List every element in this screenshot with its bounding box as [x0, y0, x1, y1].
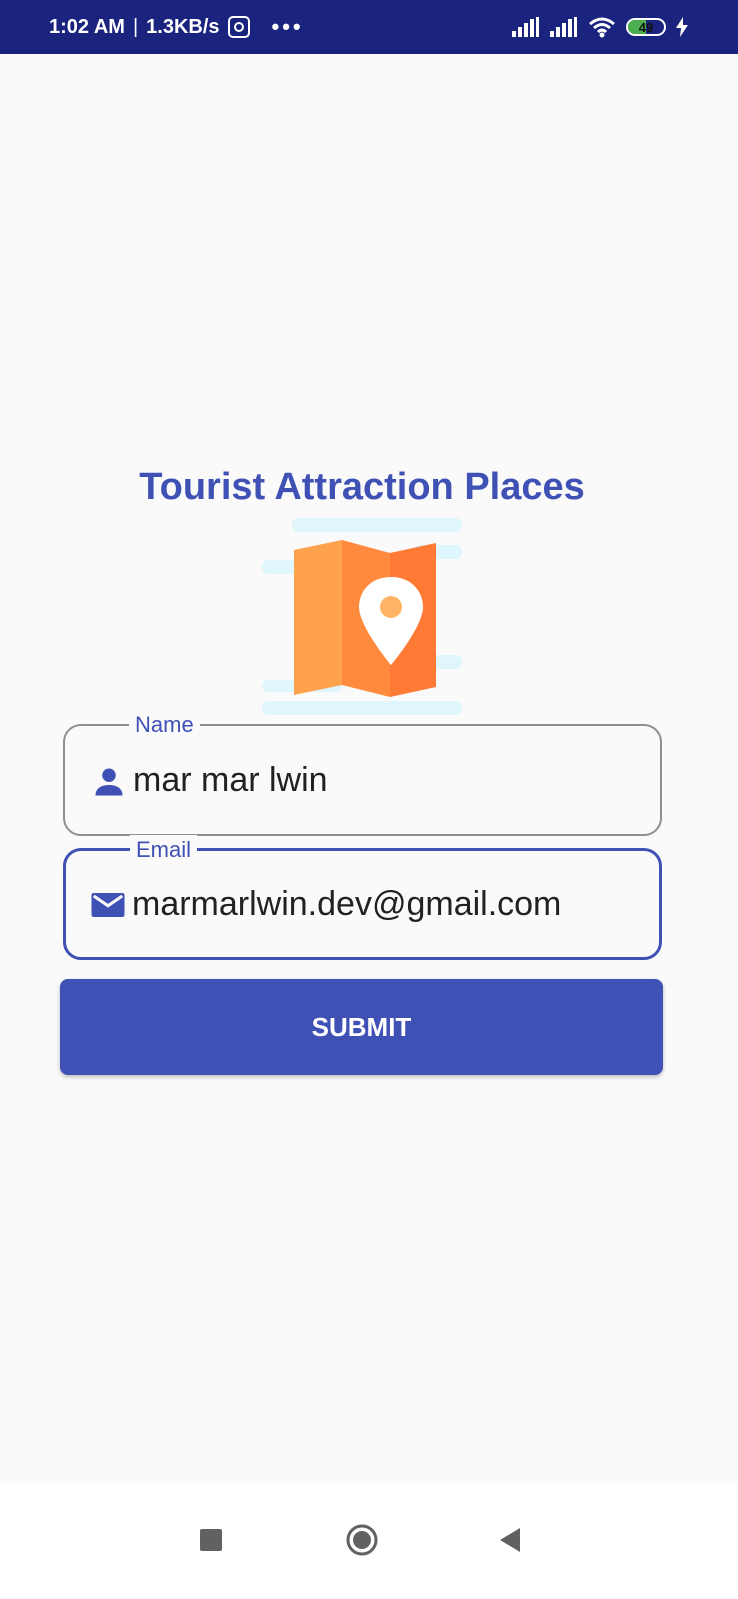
- status-right: 49: [512, 0, 688, 54]
- clock: 1:02 AM: [49, 15, 125, 38]
- battery-level: 49: [638, 19, 654, 35]
- charging-icon: [676, 17, 688, 37]
- signal-icon: [512, 17, 539, 37]
- wifi-icon: [589, 17, 615, 38]
- status-bar: 1:02 AM | 1.3KB/s ••• 49: [0, 0, 738, 54]
- net-speed: 1.3KB/s: [146, 15, 220, 38]
- app-notification-icon: [227, 16, 250, 38]
- page-title: Tourist Attraction Places: [139, 466, 585, 508]
- mail-icon: [91, 893, 125, 917]
- name-field[interactable]: Name mar mar lwin: [63, 710, 662, 836]
- recents-icon[interactable]: [194, 1523, 228, 1557]
- navigation-bar: [0, 1481, 738, 1599]
- name-input[interactable]: mar mar lwin: [133, 726, 328, 834]
- battery-icon: 49: [626, 18, 666, 36]
- email-field[interactable]: Email marmarlwin.dev@gmail.com: [63, 835, 662, 960]
- person-icon: [95, 768, 123, 796]
- signal-icon: [550, 17, 577, 37]
- map-pin-icon: [262, 518, 462, 715]
- email-input[interactable]: marmarlwin.dev@gmail.com: [132, 851, 561, 957]
- more-notifications-icon: •••: [271, 14, 304, 39]
- home-icon[interactable]: [345, 1523, 379, 1557]
- status-separator: |: [132, 15, 139, 38]
- back-icon[interactable]: [494, 1523, 528, 1557]
- status-left: 1:02 AM | 1.3KB/s •••: [49, 0, 304, 54]
- submit-button[interactable]: SUBMIT: [60, 979, 663, 1075]
